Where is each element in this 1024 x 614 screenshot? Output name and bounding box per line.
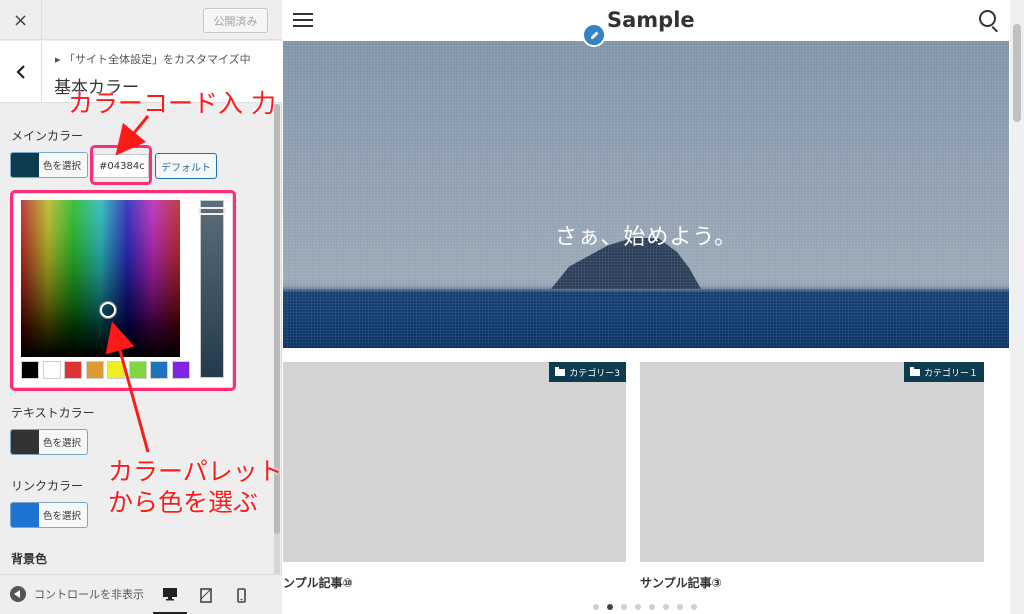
category-label: カテゴリー１	[923, 368, 978, 379]
hide-controls-button[interactable]: コントロールを非表示	[10, 586, 144, 602]
site-title[interactable]: Sample	[607, 8, 695, 32]
breadcrumb: ▸ 「サイト全体設定」をカスタマイズ中	[55, 53, 251, 66]
main-color-swatch	[11, 153, 39, 177]
slider-dot[interactable]	[593, 604, 599, 610]
slider-dot[interactable]	[677, 604, 683, 610]
site-header: Sample	[283, 0, 1009, 41]
folder-icon	[909, 366, 920, 376]
main-color-select-button[interactable]: 色を選択	[10, 152, 88, 178]
annotation-color-code: カラーコード入 力	[68, 89, 276, 118]
link-color-swatch	[11, 503, 39, 527]
search-icon[interactable]	[979, 10, 996, 27]
text-color-label: テキストカラー	[11, 406, 95, 420]
collapse-icon	[10, 586, 26, 602]
slider-dot[interactable]	[635, 604, 641, 610]
preview-scrollbar-thumb[interactable]	[1013, 24, 1021, 122]
background-color-label: 背景色	[11, 552, 48, 566]
main-color-select-label: 色を選択	[43, 161, 82, 172]
back-arrow-icon[interactable]	[0, 41, 42, 103]
default-color-button[interactable]: デフォルト	[155, 153, 217, 179]
close-icon[interactable]: ×	[0, 0, 42, 40]
hex-input-highlight	[90, 145, 152, 185]
text-color-swatch	[11, 430, 39, 454]
text-color-select-label: 色を選択	[43, 438, 82, 449]
menu-icon[interactable]	[293, 13, 313, 27]
text-color-select-button[interactable]: 色を選択	[10, 429, 88, 455]
category-badge[interactable]: カテゴリー3	[549, 362, 626, 382]
post-title[interactable]: ンプル記事⑩	[283, 574, 353, 591]
link-color-select-button[interactable]: 色を選択	[10, 502, 88, 528]
hero-headline: さぁ、始めよう。	[554, 225, 738, 250]
island-rock	[551, 237, 701, 289]
category-badge[interactable]: カテゴリー１	[903, 362, 984, 382]
folder-icon	[555, 366, 566, 376]
sidebar-topbar: × 公開済み	[0, 0, 282, 40]
link-color-select-label: 色を選択	[43, 511, 82, 522]
preview-scrollbar[interactable]	[1010, 0, 1024, 614]
slider-dot[interactable]	[691, 604, 697, 610]
post-title[interactable]: サンプル記事③	[640, 574, 722, 591]
post-card[interactable]: カテゴリー１	[640, 362, 984, 562]
desktop-preview-icon[interactable]	[153, 575, 187, 614]
link-color-label: リンクカラー	[11, 479, 84, 493]
hero-image: さぁ、始めよう。	[283, 41, 1009, 348]
tablet-preview-icon[interactable]	[189, 575, 223, 614]
annotation-palette-line1: カラーパレット	[108, 457, 283, 486]
slider-dot[interactable]	[663, 604, 669, 610]
slider-dot[interactable]	[607, 604, 613, 610]
main-color-label: メインカラー	[11, 129, 84, 143]
slider-dot[interactable]	[649, 604, 655, 610]
category-label: カテゴリー3	[569, 368, 620, 379]
mobile-preview-icon[interactable]	[224, 575, 258, 614]
picker-highlight	[10, 190, 236, 391]
site-preview: Sample さぁ、始めよう。 カテゴリー3 カテゴリー１ ンプル記事⑩ サンプ…	[283, 0, 1024, 614]
slider-pagination	[593, 604, 697, 610]
publish-button[interactable]: 公開済み	[203, 8, 268, 33]
annotation-palette-line2: から色を選ぶ	[108, 488, 259, 517]
pencil-icon[interactable]	[582, 23, 606, 47]
sidebar-footer: コントロールを非表示	[0, 574, 282, 614]
slider-dot[interactable]	[621, 604, 627, 610]
sidebar-scrollbar[interactable]	[274, 104, 280, 574]
hide-controls-label: コントロールを非表示	[34, 588, 144, 601]
post-card[interactable]: カテゴリー3	[283, 362, 626, 562]
